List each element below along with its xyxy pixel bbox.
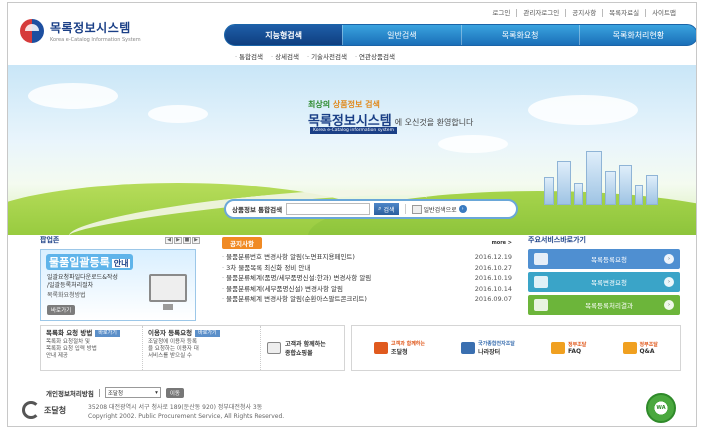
city-skyline-illustration [544,151,658,205]
popup-line: 목록화요청방법 [47,292,86,299]
logo-title: 목록정보시스템 [50,21,131,35]
koneps-logo-icon [461,342,476,354]
subnav-tech-dictionary[interactable]: 기술사전검색 [307,51,347,61]
catalog-register-request-button[interactable]: 목록등록요청 › [528,249,680,269]
procurement-qna-link[interactable]: 정부조달 Q&A [622,341,658,355]
catalog-change-request-button[interactable]: 목록변경요청 › [528,272,680,292]
hero-welcome-text: 에 오신것을 환영합니다 [394,118,474,127]
notice-board: 공지사항 more > 물품분류번호 변경사항 알림(노면표지용페인트)2016… [222,236,512,305]
popup-prev-button[interactable]: ◀ [165,236,173,244]
utility-links: 로그인 관리자로그인 공지사항 목록자료실 사이트맵 [486,9,682,17]
go-arrow-icon: › [664,254,674,264]
taegeuk-logo-icon [20,19,44,43]
guide-box: 목록화 요청 방법 바로가기 목록화 요청절차 및 목록화 요청 입력 방법 안내… [40,325,345,371]
edit-icon [534,276,548,288]
admin-login-link[interactable]: 관리자로그인 [516,9,565,17]
logo-subtitle: Korea e-Catalog Information System [50,37,141,43]
catalog-result-button[interactable]: 목록등록처리결과 › [528,295,680,315]
popup-stop-button[interactable]: ■ [183,236,191,244]
catalog-request-go-button[interactable]: 바로가기 [95,330,120,337]
footer-org-logo: 조달청 [22,401,66,419]
cloud-decoration [438,135,508,153]
catalog-request-guide: 목록화 요청 방법 바로가기 목록화 요청절차 및 목록화 요청 입력 방법 안내… [41,326,143,370]
catalog-data-link[interactable]: 목록자료실 [602,9,645,17]
faq-icon [551,342,565,354]
notice-item[interactable]: 3차 물품목록 최신화 정비 안내2016.10.27 [222,263,512,274]
shopping-mall-link[interactable]: 고객과 함께하는 종합쇼핑몰 [261,326,332,370]
notice-item[interactable]: 물품분류체계 변경사항 알림(순환아스팔트콘크리트)2016.09.07 [222,294,512,305]
footer-org-name: 조달청 [44,405,67,415]
footer-address: 35208 대전광역시 서구 청사로 189(둔산동 920) 정부대전청사 3… [88,404,285,420]
hero-slogan: 최상의 상품정보 검색 [308,100,380,109]
family-site-select[interactable]: 조달청 ▾ [104,387,161,398]
subnav-integrated-search[interactable]: 통합검색 [235,51,263,61]
notice-item[interactable]: 물품분류체계(품명/세부품명신설:한과) 변경사항 알림2016.10.19 [222,273,512,284]
divider [98,388,100,397]
monitor-icon [149,274,187,310]
popup-go-button[interactable]: 바로가기 [47,305,76,315]
user-registration-guide: 이용자 등록요청 바로가기 조달청에 이용자 등록 을 요청하는 이용자 대 서비… [143,326,261,370]
go-arrow-icon: › [664,277,674,287]
main-nav: 지능형검색 일반검색 목록화요청 목록화처리현황 [224,24,696,46]
site-logo[interactable]: 목록정보시스템 Korea e-Catalog Information Syst… [20,19,141,43]
user-registration-go-button[interactable]: 바로가기 [195,330,220,337]
popup-next-button[interactable]: ▶ [174,236,182,244]
subnav-related-products[interactable]: 연관상품검색 [355,51,395,61]
result-icon [534,299,548,311]
search-input[interactable] [286,203,371,215]
arrow-right-icon: › [458,205,467,213]
page-frame: 로그인 관리자로그인 공지사항 목록자료실 사이트맵 목록정보시스템 Korea… [7,2,697,427]
cart-icon [267,342,281,354]
nav-catalog-status[interactable]: 목록화처리현황 [578,25,696,45]
qna-icon [622,342,637,354]
cloud-decoration [28,83,118,109]
popup-zone: 팝업존 ◀ ▶ ■ ▶ 물품일괄등록 안내 일괄요청파일다운로드&작성 /일괄등록… [40,235,200,321]
hero-tag: Korea e-Catalog information system [310,127,397,134]
integrated-search-bar: 상품정보 통합검색 ⌕ 검색 일반검색으로 › [224,199,518,219]
go-arrow-icon: › [664,300,674,310]
family-site-go-button[interactable]: 이동 [165,387,184,398]
search-button[interactable]: ⌕ 검색 [374,203,399,215]
privacy-policy-link[interactable]: 개인정보처리방침 [46,388,94,398]
popup-line: /일괄등록처리절차 [47,282,94,289]
popup-banner-title: 물품일괄등록 안내 [46,254,134,270]
main-service-shortcuts: 주요서비스바로가기 목록등록요청 › 목록변경요청 › 목록등록처리결과 › [528,235,680,318]
shortcuts-title: 주요서비스바로가기 [528,236,586,244]
book-icon [411,204,422,214]
koneps-link[interactable]: 국가종합전자조달 나라장터 [461,340,515,356]
popup-controls: ◀ ▶ ■ ▶ [165,236,200,244]
pps-link[interactable]: 고객과 함께하는 조달청 [374,340,425,356]
search-label: 상품정보 통합검색 [232,206,283,214]
pps-logo-icon [374,342,389,354]
search-icon: ⌕ [378,205,382,212]
subnav-detail-search[interactable]: 상세검색 [271,51,299,61]
notice-item[interactable]: 물품분류번호 변경사항 알림(노면표지용페인트)2016.12.19 [222,252,512,263]
notice-item[interactable]: 물품분류체계(세부품명신설) 변경사항 알림2016.10.14 [222,284,512,295]
nav-intelligent-search[interactable]: 지능형검색 [225,25,343,45]
nav-general-search[interactable]: 일반검색 [342,25,460,45]
pps-emblem-icon [22,401,40,419]
related-sites: 고객과 함께하는 조달청 국가종합전자조달 나라장터 정부조달 FAQ 정부조달 Q&A [351,325,681,371]
login-link[interactable]: 로그인 [486,9,516,17]
chevron-down-icon: ▾ [155,389,158,396]
cloud-decoration [528,95,638,125]
footer-policy-bar: 개인정보처리방침 조달청 ▾ 이동 [46,387,184,398]
procurement-faq-link[interactable]: 정부조달 FAQ [551,341,586,355]
notice-more-link[interactable]: more > [492,240,512,246]
document-icon [534,253,548,265]
nav-catalog-request[interactable]: 목록화요청 [460,25,579,45]
popup-zone-title: 팝업존 [40,236,60,244]
notice-tab[interactable]: 공지사항 [222,236,262,249]
popup-banner-bulk-registration[interactable]: 물품일괄등록 안내 일괄요청파일다운로드&작성 /일괄등록처리절차 목록화요청방법… [40,249,196,321]
notice-link[interactable]: 공지사항 [565,9,602,17]
general-search-link[interactable]: 일반검색으로 › [411,204,467,214]
divider [404,204,406,214]
web-accessibility-badge: WA [646,393,676,423]
popup-play-button[interactable]: ▶ [192,236,200,244]
sub-nav: 통합검색 상세검색 기술사전검색 연관상품검색 [235,51,395,61]
cloud-decoration [148,105,208,123]
sitemap-link[interactable]: 사이트맵 [645,9,682,17]
